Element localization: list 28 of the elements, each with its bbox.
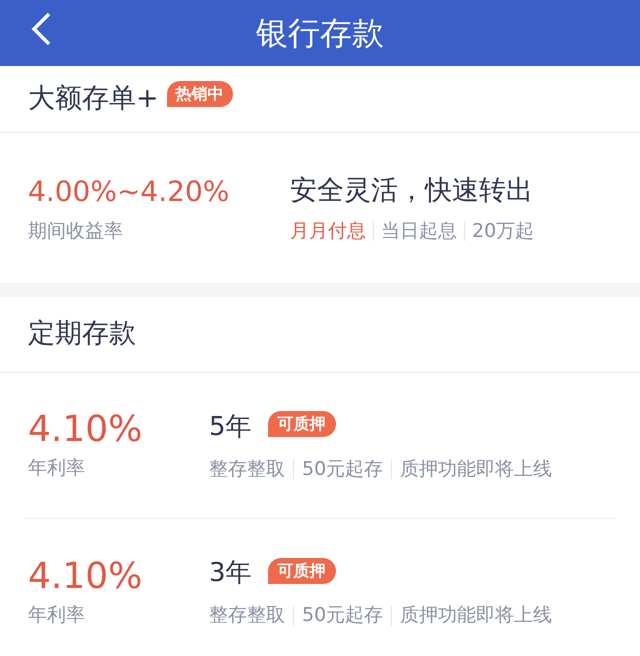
feature-tag: 当日起息 <box>381 217 457 246</box>
rate-value: 4.10% <box>28 554 144 599</box>
hot-badge: 热销中 <box>166 81 233 107</box>
section-title: 大额存单+ <box>28 82 159 116</box>
feature-tag: 质押功能即将上线 <box>400 601 552 630</box>
section-title: 定期存款 <box>28 317 136 352</box>
term-label: 3年 <box>209 557 252 590</box>
rate-label: 年利率 <box>28 602 86 628</box>
pledge-badge: 可质押 <box>268 411 336 438</box>
back-icon[interactable] <box>30 12 52 46</box>
rate-value: 4.00%~4.20% <box>28 174 230 210</box>
feature-tag: 月月付息 <box>290 217 366 246</box>
page-title: 银行存款 <box>256 13 384 54</box>
product-card[interactable]: 4.00%~4.20% 期间收益率 安全灵活，快速转出 月月付息 当日起息 20万起 <box>0 133 640 283</box>
product-card[interactable]: 4.10% 年利率 5年 可质押 整存整取 50元起存 质押功能即将上线 <box>24 373 616 519</box>
feature-tag: 整存整取 <box>209 601 285 630</box>
rate-label: 年利率 <box>28 456 86 482</box>
feature-tag: 整存整取 <box>209 454 285 484</box>
feature-tag: 20万起 <box>472 217 534 246</box>
feature-tag: 50元起存 <box>302 601 384 630</box>
term-label: 5年 <box>209 410 252 444</box>
feature-tag: 质押功能即将上线 <box>400 454 552 484</box>
product-card[interactable]: 4.10% 年利率 3年 可质押 整存整取 50元起存 质押功能即将上线 <box>24 519 616 656</box>
rate-label: 期间收益率 <box>28 218 124 244</box>
slogan: 安全灵活，快速转出 <box>290 174 534 208</box>
feature-tag: 50元起存 <box>302 454 384 484</box>
pledge-badge: 可质押 <box>268 558 336 584</box>
rate-value: 4.10% <box>28 408 144 452</box>
